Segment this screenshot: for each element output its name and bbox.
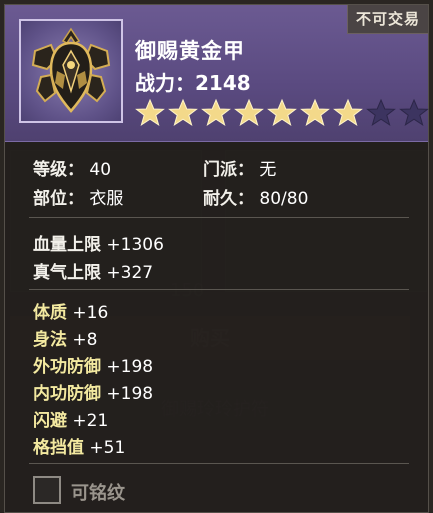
item-icon-frame <box>19 19 123 123</box>
level-value: 40 <box>89 160 112 180</box>
star-filled-icon <box>300 98 330 126</box>
divider <box>29 463 409 464</box>
slot-value: 衣服 <box>89 189 124 209</box>
attr-row: 身法 +8 <box>33 325 97 350</box>
star-filled-icon <box>201 98 231 126</box>
attr-value: +8 <box>72 330 98 350</box>
durability-value: 80/80 <box>259 189 309 209</box>
attr-value: +21 <box>72 411 109 431</box>
stat-label: 血量上限 <box>33 235 101 255</box>
attr-row: 格挡值 +51 <box>33 433 125 458</box>
divider <box>29 289 409 290</box>
slot-row: 部位： 衣服 <box>33 184 123 209</box>
attr-value: +198 <box>106 357 154 377</box>
stat-value: +1306 <box>106 235 164 255</box>
attr-value: +51 <box>89 438 126 458</box>
attr-label: 格挡值 <box>33 438 84 458</box>
power-value: 2148 <box>195 71 251 95</box>
attr-value: +16 <box>72 303 109 323</box>
star-filled-icon <box>267 98 297 126</box>
attr-row: 体质 +16 <box>33 298 108 323</box>
attr-row: 外功防御 +198 <box>33 352 153 377</box>
level-row: 等级： 40 <box>33 155 111 180</box>
star-filled-icon <box>234 98 264 126</box>
school-value: 无 <box>259 160 277 180</box>
attr-label: 外功防御 <box>33 357 101 377</box>
item-name: 御赐黄金甲 <box>135 39 245 63</box>
slot-label: 部位： <box>33 189 84 209</box>
attr-row: 闪避 +21 <box>33 406 108 431</box>
stat-row: 血量上限 +1306 <box>33 230 164 255</box>
star-empty-icon <box>366 98 396 126</box>
engrave-label: 可铭纹 <box>71 483 125 504</box>
engrave-checkbox[interactable] <box>33 476 61 504</box>
tooltip-header: 不可交易 御赐黄金甲 战力：2148 <box>5 5 429 142</box>
attr-label: 身法 <box>33 330 67 350</box>
school-row: 门派： 无 <box>203 155 276 180</box>
star-filled-icon <box>168 98 198 126</box>
attr-label: 闪避 <box>33 411 67 431</box>
attr-label: 体质 <box>33 303 67 323</box>
star-rating <box>135 98 432 128</box>
divider <box>29 217 409 218</box>
attr-label: 内功防御 <box>33 384 101 404</box>
item-tooltip: 不可交易 御赐黄金甲 战力：2148 等级： 40 门派： 无 部位： 衣服 耐… <box>4 4 429 513</box>
attr-value: +198 <box>106 384 154 404</box>
school-label: 门派： <box>203 160 254 180</box>
stat-value: +327 <box>106 263 154 283</box>
power-label: 战力： <box>135 71 195 95</box>
untradable-badge: 不可交易 <box>347 5 428 34</box>
stat-label: 真气上限 <box>33 263 101 283</box>
stat-row: 真气上限 +327 <box>33 258 153 283</box>
durability-row: 耐久： 80/80 <box>203 184 308 209</box>
golden-armor-icon <box>31 27 111 113</box>
star-filled-icon <box>135 98 165 126</box>
level-label: 等级： <box>33 160 84 180</box>
star-filled-icon <box>333 98 363 126</box>
star-empty-icon <box>399 98 429 126</box>
attr-row: 内功防御 +198 <box>33 379 153 404</box>
power-row: 战力：2148 <box>135 67 251 96</box>
durability-label: 耐久： <box>203 189 254 209</box>
